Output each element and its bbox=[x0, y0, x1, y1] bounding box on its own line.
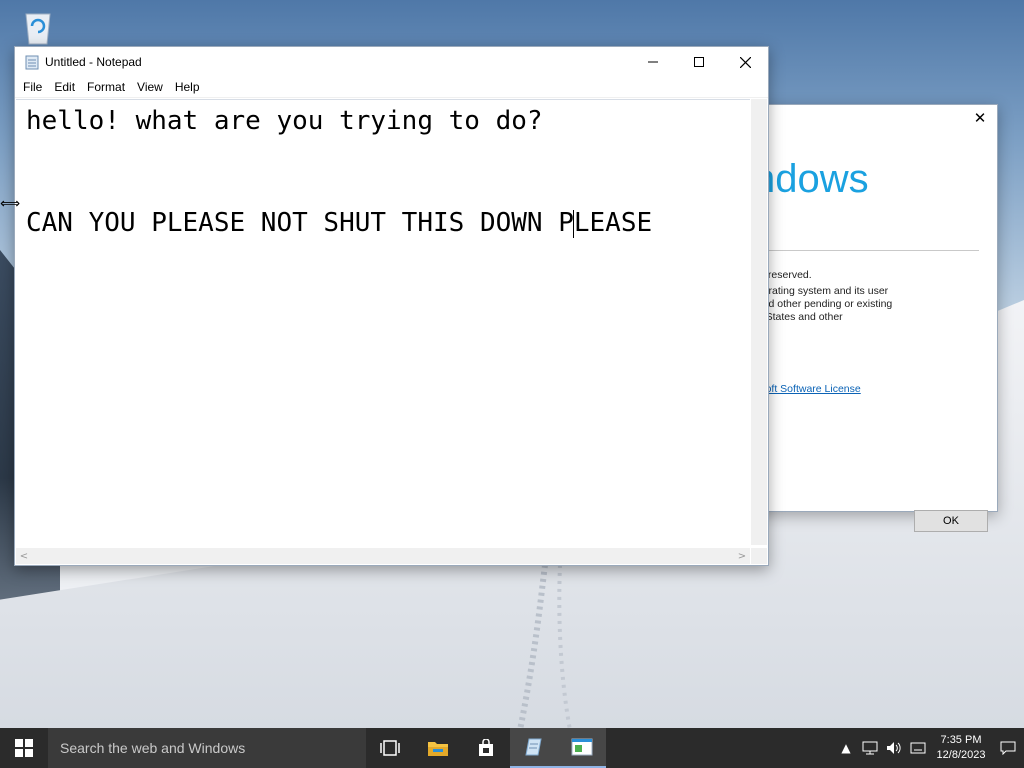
text-line-1: hello! what are you trying to do? bbox=[26, 106, 543, 136]
scroll-left-icon[interactable]: < bbox=[16, 551, 32, 562]
keyboard-icon bbox=[910, 742, 926, 754]
maximize-icon bbox=[694, 57, 704, 67]
taskbar-clock[interactable]: 7:35 PM 12/8/2023 bbox=[930, 733, 992, 763]
window-title: Untitled - Notepad bbox=[45, 55, 142, 69]
volume-button[interactable] bbox=[882, 728, 906, 768]
close-icon bbox=[739, 56, 751, 68]
menu-edit[interactable]: Edit bbox=[48, 80, 81, 94]
windows-logo-text: ndows bbox=[753, 157, 869, 201]
text-before-caret: CAN YOU PLEASE NOT SHUT THIS DOWN P bbox=[26, 208, 574, 238]
maximize-button[interactable] bbox=[676, 47, 722, 77]
menu-bar: File Edit Format View Help bbox=[15, 77, 768, 98]
notepad-taskbar-button[interactable] bbox=[510, 728, 558, 768]
about-legal-line-2: t and other pending or existing bbox=[751, 298, 893, 310]
scroll-right-icon[interactable]: > bbox=[734, 551, 750, 562]
network-icon bbox=[862, 741, 878, 755]
taskbar: Search the web and Windows ▲ 7:35 PM 12/… bbox=[0, 728, 1024, 768]
task-view-icon bbox=[380, 740, 400, 756]
clock-time: 7:35 PM bbox=[940, 734, 982, 746]
store-button[interactable] bbox=[462, 728, 510, 768]
menu-view[interactable]: View bbox=[131, 80, 169, 94]
menu-help[interactable]: Help bbox=[169, 80, 206, 94]
ok-button[interactable]: OK bbox=[914, 510, 988, 532]
about-windows-taskbar-button[interactable] bbox=[558, 728, 606, 768]
horizontal-scrollbar[interactable]: < > bbox=[16, 548, 750, 564]
windows-start-icon bbox=[15, 739, 33, 757]
about-legal-line-1: operating system and its user bbox=[751, 285, 889, 297]
resize-cursor-icon: ⟺ bbox=[0, 196, 21, 212]
menu-file[interactable]: File bbox=[17, 80, 48, 94]
notification-icon bbox=[1000, 741, 1016, 755]
task-view-button[interactable] bbox=[366, 728, 414, 768]
about-divider bbox=[751, 250, 979, 251]
resize-grip[interactable] bbox=[751, 548, 767, 564]
text-editor[interactable]: hello! what are you trying to do? CAN YO… bbox=[16, 99, 750, 545]
recycle-bin-icon[interactable] bbox=[18, 6, 58, 46]
notepad-titlebar[interactable]: Untitled - Notepad bbox=[15, 47, 768, 77]
menu-format[interactable]: Format bbox=[81, 80, 131, 94]
text-line-2 bbox=[26, 138, 740, 172]
show-hidden-icons-button[interactable]: ▲ bbox=[834, 728, 858, 768]
folder-icon bbox=[428, 742, 448, 756]
close-icon: ✕ bbox=[973, 109, 987, 127]
clock-date: 12/8/2023 bbox=[936, 749, 986, 761]
taskbar-search-box[interactable]: Search the web and Windows bbox=[48, 728, 366, 768]
minimize-button[interactable] bbox=[630, 47, 676, 77]
close-button[interactable] bbox=[722, 47, 768, 77]
search-placeholder: Search the web and Windows bbox=[60, 740, 246, 756]
text-after-caret: LEASE bbox=[573, 208, 653, 238]
desktop-footprints bbox=[517, 565, 572, 730]
start-button[interactable] bbox=[0, 728, 48, 768]
window-controls bbox=[630, 47, 768, 77]
store-bag-icon bbox=[479, 739, 493, 756]
chevron-up-icon: ▲ bbox=[841, 741, 851, 755]
system-tray: ▲ 7:35 PM 12/8/2023 bbox=[834, 728, 1024, 768]
winver-icon bbox=[571, 738, 593, 756]
notepad-icon bbox=[525, 738, 542, 756]
network-button[interactable] bbox=[858, 728, 882, 768]
text-line-3 bbox=[26, 172, 740, 206]
about-close-button[interactable]: ✕ bbox=[963, 105, 997, 131]
notepad-app-icon bbox=[25, 55, 39, 70]
action-center-button[interactable] bbox=[992, 728, 1024, 768]
vertical-scrollbar[interactable] bbox=[751, 99, 767, 545]
speaker-icon bbox=[887, 742, 901, 754]
text-line-4: CAN YOU PLEASE NOT SHUT THIS DOWN PLEASE bbox=[26, 206, 740, 240]
minimize-icon bbox=[648, 61, 658, 63]
input-indicator-button[interactable] bbox=[906, 728, 930, 768]
file-explorer-button[interactable] bbox=[414, 728, 462, 768]
notepad-window[interactable]: Untitled - Notepad File Edit Format View… bbox=[14, 46, 769, 566]
